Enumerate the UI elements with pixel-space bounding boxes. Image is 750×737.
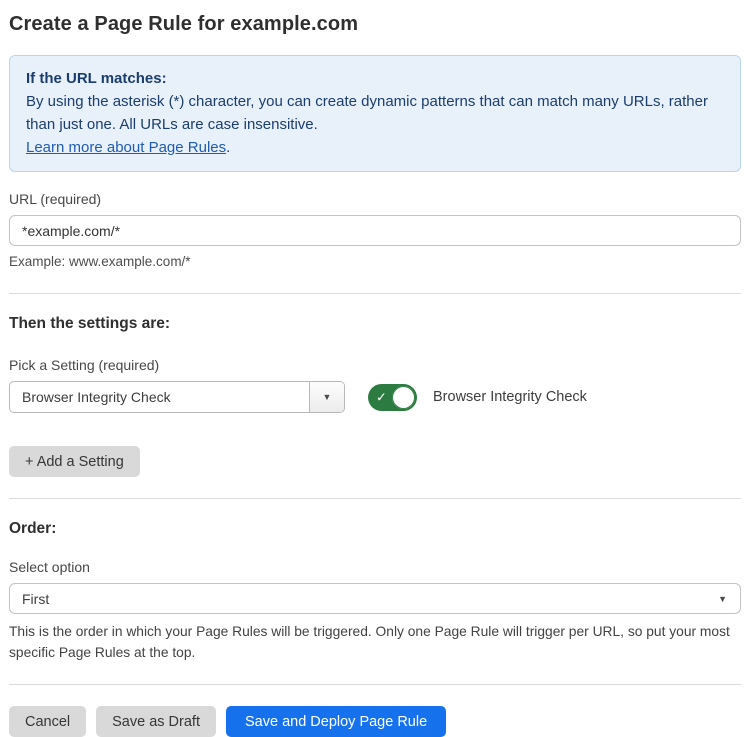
info-box-link-line: Learn more about Page Rules. — [26, 136, 724, 159]
add-setting-button[interactable]: + Add a Setting — [9, 446, 140, 477]
url-input[interactable] — [9, 215, 741, 246]
info-box-heading: If the URL matches: — [26, 67, 724, 90]
setting-select-arrow-segment[interactable]: ▼ — [310, 382, 344, 412]
order-select[interactable]: First ▼ — [9, 583, 741, 614]
toggle-label: Browser Integrity Check — [433, 389, 587, 405]
url-example-text: Example: www.example.com/* — [9, 252, 741, 272]
divider — [9, 293, 741, 294]
browser-integrity-toggle[interactable]: ✓ — [368, 384, 417, 411]
save-and-deploy-button[interactable]: Save and Deploy Page Rule — [226, 706, 446, 737]
divider — [9, 684, 741, 685]
settings-section-heading: Then the settings are: — [9, 315, 741, 333]
info-box-body: By using the asterisk (*) character, you… — [26, 90, 724, 136]
order-select-label: Select option — [9, 559, 741, 575]
toggle-knob — [392, 386, 415, 409]
url-matches-info-box: If the URL matches: By using the asteris… — [9, 55, 741, 172]
order-select-value: First — [22, 591, 49, 607]
caret-down-icon: ▼ — [718, 594, 727, 604]
setting-row: Browser Integrity Check ▼ ✓ Browser Inte… — [9, 381, 741, 413]
order-section-heading: Order: — [9, 520, 741, 538]
page-title: Create a Page Rule for example.com — [9, 13, 741, 36]
pick-setting-label: Pick a Setting (required) — [9, 357, 741, 373]
url-field-label: URL (required) — [9, 191, 741, 207]
order-help-text: This is the order in which your Page Rul… — [9, 621, 741, 663]
save-as-draft-button[interactable]: Save as Draft — [96, 706, 216, 737]
checkmark-icon: ✓ — [376, 391, 387, 404]
page-rule-form: Create a Page Rule for example.com If th… — [9, 0, 741, 737]
learn-more-link[interactable]: Learn more about Page Rules — [26, 139, 226, 156]
link-suffix: . — [226, 139, 230, 156]
footer-actions: Cancel Save as Draft Save and Deploy Pag… — [9, 706, 741, 737]
setting-select-value: Browser Integrity Check — [10, 382, 310, 412]
toggle-wrap: ✓ Browser Integrity Check — [368, 384, 587, 411]
cancel-button[interactable]: Cancel — [9, 706, 86, 737]
caret-down-icon: ▼ — [323, 392, 332, 402]
divider — [9, 498, 741, 499]
setting-select[interactable]: Browser Integrity Check ▼ — [9, 381, 345, 413]
